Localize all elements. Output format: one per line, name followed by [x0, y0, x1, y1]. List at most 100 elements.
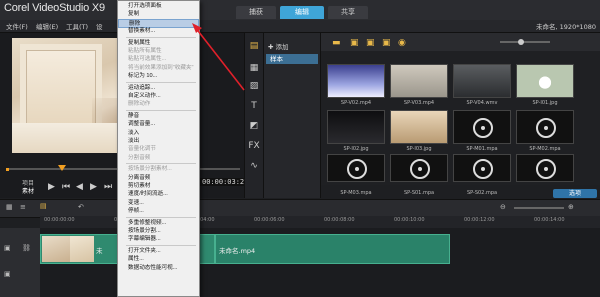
app-title: Corel VideoStudio X9 [4, 2, 105, 14]
menu-bar [0, 20, 600, 33]
show-photo-icon[interactable]: ▣ [366, 38, 375, 48]
show-audio-icon[interactable]: ▣ [382, 38, 391, 48]
timeline-view-icon[interactable]: ≡ [20, 203, 26, 211]
menu-settings[interactable]: 设 [96, 21, 103, 31]
ruler-tick-label: 00:00:12:00 [464, 217, 495, 223]
audio-disc-icon [536, 159, 556, 179]
library-thumbnail[interactable] [516, 154, 574, 182]
trim-in-marker[interactable] [6, 168, 9, 171]
library-thumbnail[interactable] [453, 64, 511, 98]
audio-disc-icon [473, 159, 493, 179]
thumbnail-caption: SP-I01.jpg [532, 100, 558, 106]
zoom-in-icon[interactable]: ⊕ [568, 203, 574, 211]
thumbnail-caption: SP-I03.jpg [406, 146, 432, 152]
add-folder-label: 添加 [275, 43, 289, 51]
ruler-tick-label: 00:00:06:00 [254, 217, 285, 223]
clip-2-label: 未命名.mp4 [219, 247, 256, 255]
show-video-icon[interactable]: ▣ [350, 38, 359, 48]
audio-disc-icon [347, 159, 367, 179]
library-thumbnail[interactable] [390, 154, 448, 182]
audio-disc-icon [536, 118, 556, 138]
thumbnail-caption: SP-V03.mp4 [403, 100, 435, 106]
storyboard-view-icon[interactable]: ▦ [6, 203, 13, 211]
library-thumbnail[interactable] [327, 64, 385, 98]
tab-share[interactable]: 共享 [328, 6, 368, 19]
menu-edit[interactable]: 编辑(E) [36, 21, 58, 31]
track-manager-icon[interactable]: ▤ [40, 202, 47, 210]
library-toolbar [321, 33, 600, 51]
context-menu-item: 分割音频 [128, 154, 151, 161]
undo-icon[interactable]: ↶ [78, 203, 84, 211]
thumbnail-size-slider[interactable] [500, 41, 550, 43]
folder-sample[interactable]: 样本 [266, 54, 318, 64]
step-back-icon[interactable]: ◀ [76, 182, 83, 192]
thumbnail-caption: SP-M03.mpa [340, 190, 372, 196]
previous-icon[interactable]: ⏮ [62, 182, 70, 192]
menu-separator [126, 216, 196, 218]
project-info: 未命名, 1920*1080 [536, 23, 596, 31]
filter-icon[interactable]: FX [248, 140, 260, 152]
context-menu-item[interactable]: 停帧... [118, 207, 199, 216]
media-icon[interactable]: ▤ [248, 40, 260, 52]
ruler-tick-label: 00:00:00:00 [44, 217, 75, 223]
video-track-icon[interactable]: ▣ [4, 244, 11, 252]
next-icon[interactable]: ⏭ [104, 182, 112, 192]
graphics-icon[interactable]: ◩ [248, 120, 260, 132]
overlay-track-icon[interactable]: ▣ [4, 270, 11, 278]
context-menu-item[interactable]: 字幕编辑器... [118, 235, 199, 244]
title-icon[interactable]: T [248, 100, 260, 112]
menu-separator [126, 163, 196, 165]
track-header [0, 228, 41, 297]
library-side-toolbar [245, 33, 264, 198]
instant-project-icon[interactable]: ▦ [248, 62, 260, 74]
ruler-tick-label: 00:00:10:00 [394, 217, 425, 223]
library-thumbnail[interactable] [453, 154, 511, 182]
show-effects-icon[interactable]: ◉ [398, 38, 406, 48]
options-button[interactable]: 选项 [553, 189, 597, 198]
tab-capture[interactable]: 捕获 [236, 6, 276, 19]
import-folder-icon[interactable]: ▬ [332, 38, 341, 48]
thumbnail-caption: SP-I02.jpg [343, 146, 369, 152]
playhead-marker[interactable] [58, 165, 66, 171]
library-thumbnail[interactable] [327, 110, 385, 144]
chain-icon[interactable]: ⛓ [22, 244, 31, 252]
menu-separator [126, 36, 196, 38]
zoom-out-icon[interactable]: ⊖ [500, 203, 506, 211]
thumbnail-caption: SP-V02.mp4 [340, 100, 372, 106]
ruler-tick-label: 00:00:14:00 [534, 217, 565, 223]
context-menu-item[interactable]: 替换素材... [118, 27, 199, 36]
mode-clip-label[interactable]: 素材 [22, 186, 34, 195]
menu-tools[interactable]: 工具(T) [66, 21, 88, 31]
context-menu-item[interactable]: 标记为 10... [118, 72, 199, 81]
tab-edit[interactable]: 编辑 [280, 6, 324, 19]
transition-icon[interactable]: ▨ [248, 80, 260, 92]
timecode-display[interactable]: 00:00:03:21 [200, 178, 251, 186]
clip-thumbnail [70, 236, 94, 262]
clip-thumbnail [42, 236, 70, 262]
menu-separator [126, 109, 196, 111]
context-menu-item: 删除动作 [128, 101, 151, 108]
thumbnail-caption: SP-S02.mpa [466, 190, 498, 196]
context-menu-item[interactable]: 数据动态性能可视... [118, 264, 199, 273]
zoom-slider[interactable] [514, 207, 564, 209]
play-icon[interactable]: ▶ [48, 182, 55, 192]
step-forward-icon[interactable]: ▶ [90, 182, 97, 192]
thumbnail-caption: SP-S01.mpa [403, 190, 435, 196]
path-icon[interactable]: ∿ [248, 160, 260, 172]
library-thumbnail[interactable] [453, 110, 511, 144]
clip-1-label: 未 [96, 247, 103, 255]
thumbnail-caption: SP-M01.mpa [466, 146, 498, 152]
thumbnail-caption: SP-V04.wmv [466, 100, 498, 106]
library-thumbnail[interactable] [516, 64, 574, 98]
library-thumbnail[interactable] [390, 64, 448, 98]
slider-handle[interactable] [518, 39, 524, 45]
library-thumbnail[interactable] [516, 110, 574, 144]
audio-disc-icon [410, 159, 430, 179]
menu-separator [126, 81, 196, 83]
thumbnail-caption: SP-M02.mpa [529, 146, 561, 152]
library-thumbnail[interactable] [327, 154, 385, 182]
menu-separator [126, 244, 196, 246]
library-thumbnail[interactable] [390, 110, 448, 144]
add-folder-button[interactable]: ✚ 添加 [268, 41, 289, 51]
menu-file[interactable]: 文件(F) [6, 21, 28, 31]
